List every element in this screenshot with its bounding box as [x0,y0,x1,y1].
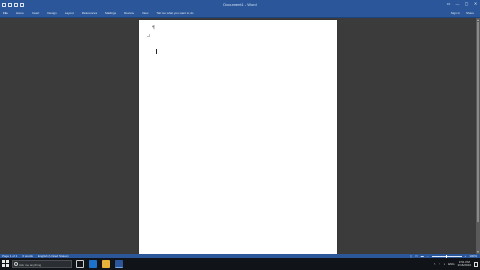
tab-home[interactable]: Home [16,11,24,15]
start-button[interactable] [2,260,10,268]
clock-date: 2/16/2016 [457,263,471,267]
taskbar-search[interactable]: Ask me anything [12,260,72,268]
margin-corner-mark [147,34,150,37]
windows-logo-icon [2,260,5,263]
tray-chevron-icon[interactable]: ˄ [434,262,436,266]
clock[interactable]: 3:51 PM 2/16/2016 [457,260,471,268]
network-icon[interactable]: ◔ [439,262,441,266]
tab-references[interactable]: References [82,11,97,15]
word-icon[interactable] [115,260,123,268]
system-tray: ˄ ◔ ◖ ENG 3:51 PM 2/16/2016 [434,260,478,268]
tab-review[interactable]: Review [124,11,134,15]
tab-view[interactable]: View [142,11,148,15]
language-indicator-tray[interactable]: ENG [448,262,455,266]
tab-file[interactable]: File [3,11,8,15]
window-controls: ▭ — ▢ ✕ [446,1,478,6]
taskbar-apps [76,260,123,268]
ribbon-display-options-icon[interactable]: ▭ [446,1,451,6]
search-placeholder: Ask me anything [19,263,42,267]
paragraph-mark: ¶ [152,25,156,31]
tab-mailings[interactable]: Mailings [105,11,116,15]
share-button[interactable]: Share [466,11,474,15]
taskbar: Ask me anything ˄ ◔ ◖ ENG 3:51 PM 2/16/2… [0,258,480,270]
file-explorer-icon[interactable] [102,260,110,268]
title-bar: Document1 - Word ▭ — ▢ ✕ [0,0,480,9]
notifications-icon[interactable] [474,261,478,267]
task-view-icon[interactable] [76,260,84,268]
tab-layout[interactable]: Layout [65,11,74,15]
close-button[interactable]: ✕ [473,1,478,6]
tab-design[interactable]: Design [47,11,56,15]
volume-icon[interactable]: ◖ [443,262,445,266]
edge-icon[interactable] [89,260,97,268]
zoom-slider[interactable] [431,254,462,258]
text-cursor [156,49,157,54]
minimize-button[interactable]: — [455,1,460,6]
tab-insert[interactable]: Insert [32,11,40,15]
ribbon-tabs: File Home Insert Design Layout Reference… [0,9,480,17]
document-page[interactable]: ¶ [139,20,337,256]
scroll-thumb[interactable] [477,22,479,222]
vertical-scrollbar[interactable]: ▲ ▼ [476,18,480,254]
window-title: Document1 - Word [223,2,257,7]
tell-me-box[interactable]: Tell me what you want to do [156,11,193,15]
ribbon-right: Sign in Share [451,11,474,15]
maximize-button[interactable]: ▢ [464,1,469,6]
sign-in-link[interactable]: Sign in [451,11,460,15]
search-icon [14,262,18,266]
